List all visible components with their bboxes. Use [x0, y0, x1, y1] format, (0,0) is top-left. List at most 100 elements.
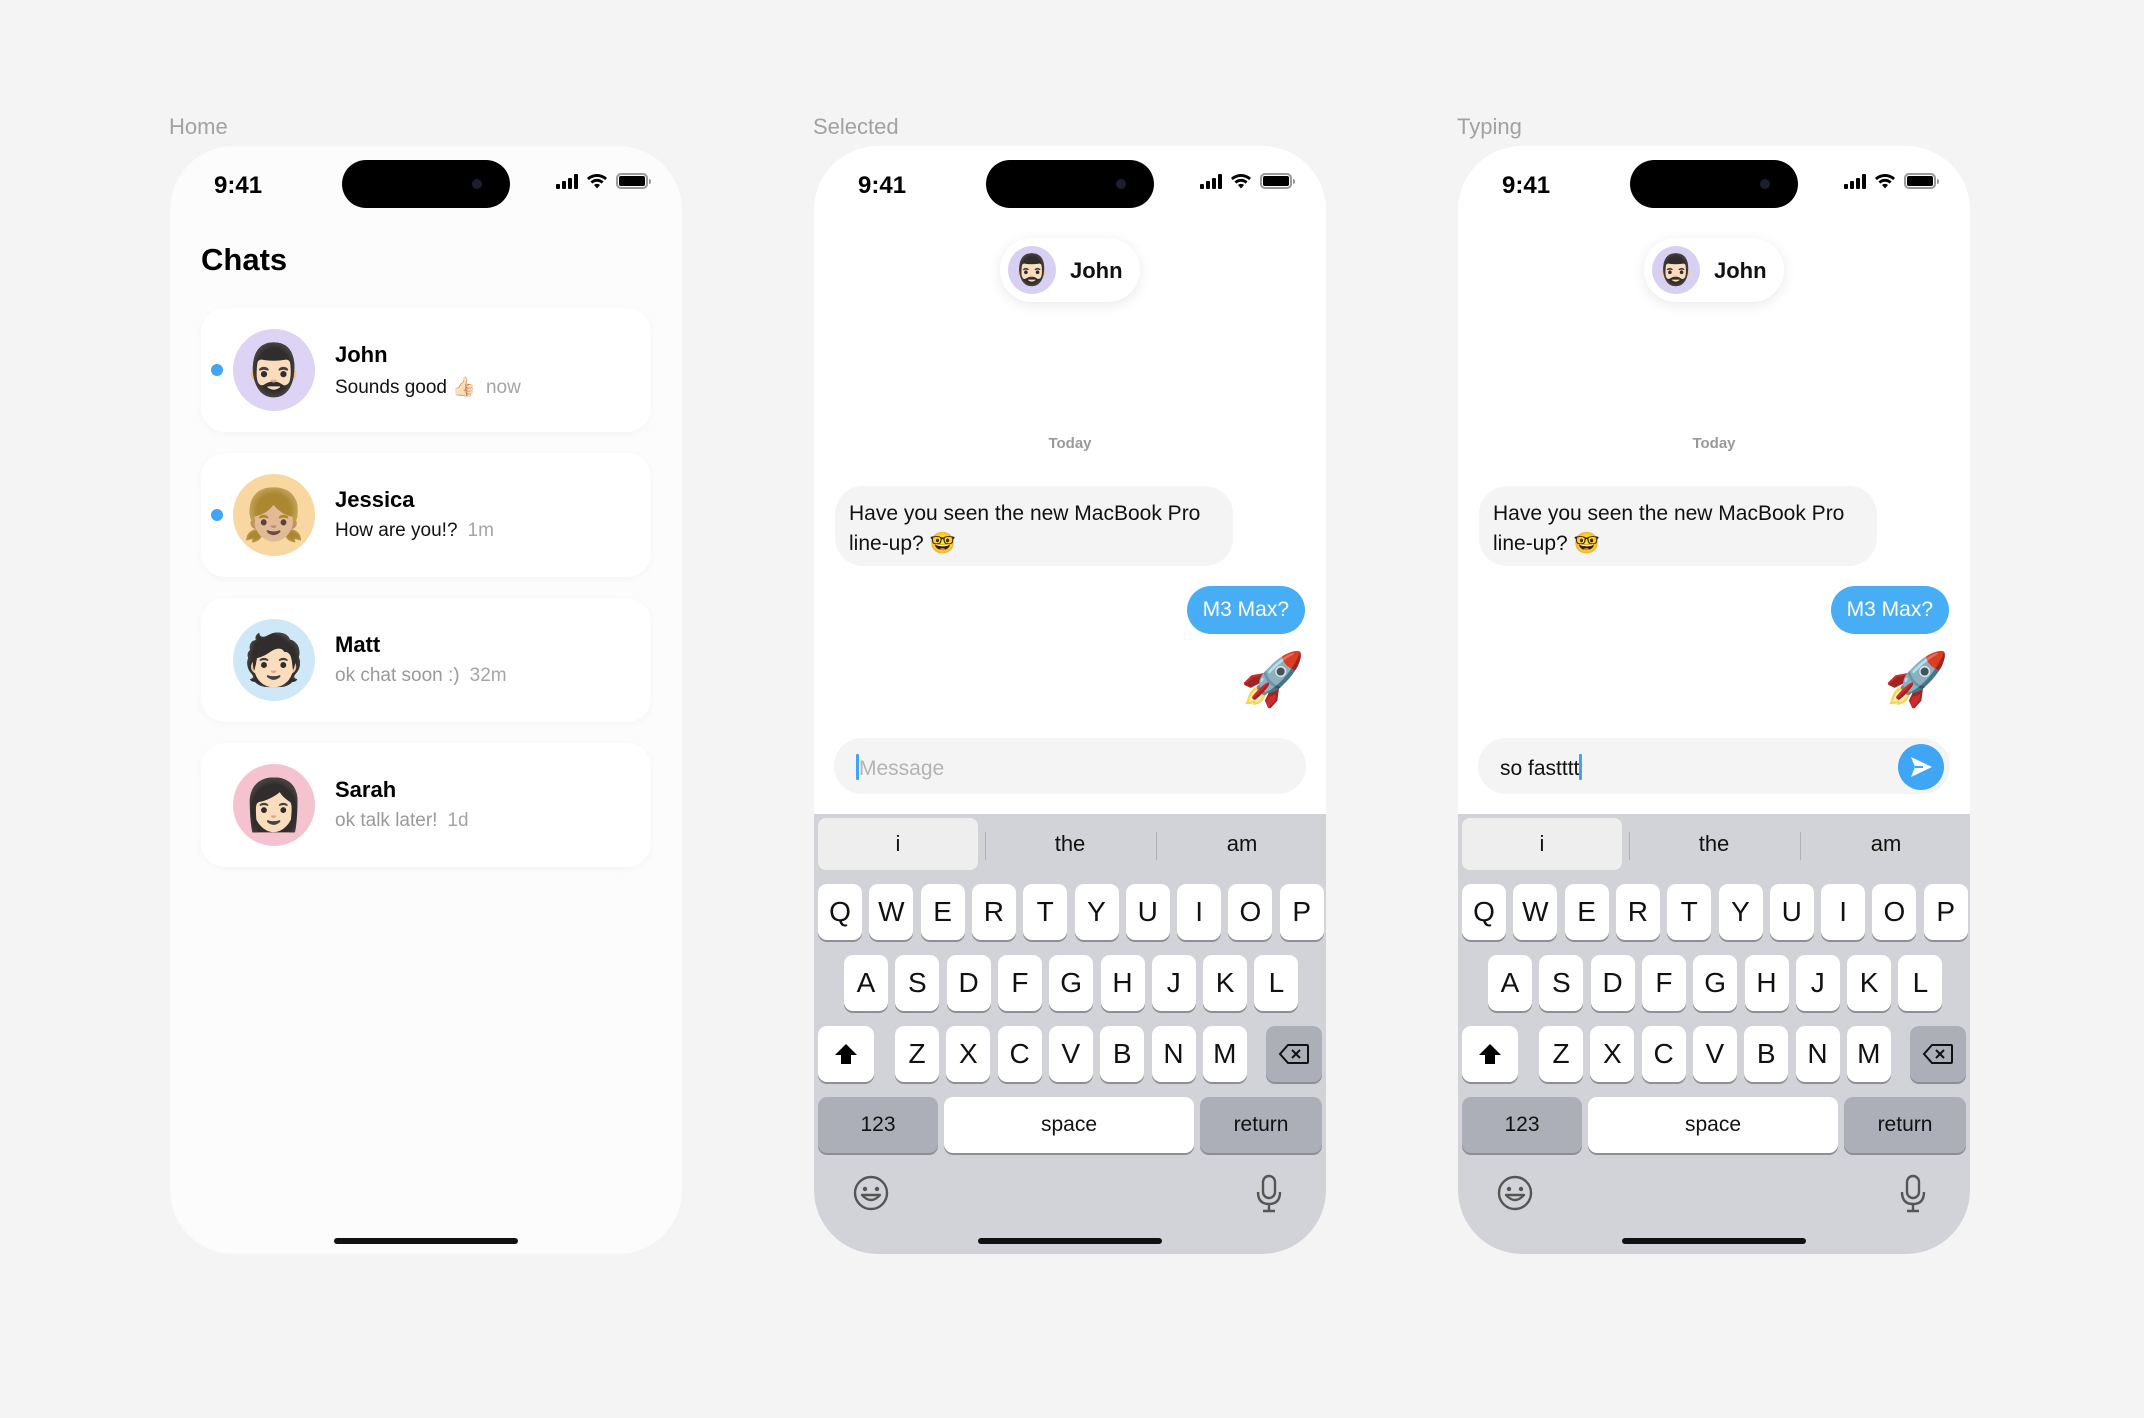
key-f[interactable]: F	[997, 955, 1042, 1011]
key-p[interactable]: P	[1279, 884, 1324, 940]
key-o[interactable]: O	[1228, 884, 1273, 940]
suggestion-the[interactable]: the	[1634, 818, 1794, 870]
key-h[interactable]: H	[1100, 955, 1145, 1011]
key-o[interactable]: O	[1872, 884, 1917, 940]
key-x[interactable]: X	[1590, 1026, 1635, 1082]
key-j[interactable]: J	[1795, 955, 1840, 1011]
key-t[interactable]: T	[1023, 884, 1068, 940]
key-s[interactable]: S	[895, 955, 940, 1011]
key-n[interactable]: N	[1795, 1026, 1840, 1082]
wifi-icon	[1231, 174, 1251, 189]
key-d[interactable]: D	[1590, 955, 1635, 1011]
key-x[interactable]: X	[946, 1026, 991, 1082]
key-d[interactable]: D	[946, 955, 991, 1011]
key-y[interactable]: Y	[1718, 884, 1763, 940]
home-indicator[interactable]	[978, 1238, 1162, 1244]
key-a[interactable]: A	[1488, 955, 1532, 1011]
send-button[interactable]	[1898, 744, 1944, 790]
key-q[interactable]: Q	[1462, 884, 1506, 940]
chat-item-jessica[interactable]: 👧🏼 Jessica How are you!? 1m	[201, 453, 651, 577]
chat-item-sarah[interactable]: 👩🏻 Sarah ok talk later! 1d	[201, 743, 651, 867]
suggestion-am[interactable]: am	[1806, 818, 1966, 870]
key-j[interactable]: J	[1151, 955, 1196, 1011]
suggestion-i[interactable]: i	[1462, 818, 1622, 870]
key-g[interactable]: G	[1693, 955, 1738, 1011]
key-e[interactable]: E	[920, 884, 965, 940]
status-time: 9:41	[858, 172, 907, 199]
key-b[interactable]: B	[1100, 1026, 1145, 1082]
incoming-message[interactable]: Have you seen the new MacBook Pro line-u…	[1479, 486, 1877, 566]
suggestion-i[interactable]: i	[818, 818, 978, 870]
key-q[interactable]: Q	[818, 884, 862, 940]
key-i[interactable]: I	[1177, 884, 1222, 940]
message-input[interactable]: so fastttt	[1478, 738, 1950, 794]
key-w[interactable]: W	[1513, 884, 1558, 940]
key-e[interactable]: E	[1564, 884, 1609, 940]
numbers-key[interactable]: 123	[1462, 1097, 1582, 1153]
emoji-icon[interactable]	[1496, 1174, 1534, 1217]
key-c[interactable]: C	[1641, 1026, 1686, 1082]
message-input[interactable]: Message	[834, 738, 1306, 794]
return-key[interactable]: return	[1844, 1097, 1966, 1153]
microphone-icon[interactable]	[1254, 1174, 1284, 1219]
key-s[interactable]: S	[1539, 955, 1584, 1011]
message-input-text[interactable]: Message	[856, 754, 944, 781]
emoji-icon[interactable]	[852, 1174, 890, 1217]
key-i[interactable]: I	[1821, 884, 1866, 940]
key-k[interactable]: K	[1203, 955, 1248, 1011]
suggestion-divider	[1629, 832, 1630, 860]
signal-icon	[1200, 173, 1222, 189]
key-u[interactable]: U	[1125, 884, 1170, 940]
key-t[interactable]: T	[1667, 884, 1712, 940]
key-c[interactable]: C	[997, 1026, 1042, 1082]
emoji-message[interactable]: 🚀	[1884, 654, 1949, 706]
key-v[interactable]: V	[1048, 1026, 1093, 1082]
message-input-text[interactable]: so fastttt	[1500, 754, 1583, 781]
suggestion-am[interactable]: am	[1162, 818, 1322, 870]
key-z[interactable]: Z	[895, 1026, 939, 1082]
key-m[interactable]: M	[1202, 1026, 1247, 1082]
key-k[interactable]: K	[1847, 955, 1892, 1011]
key-w[interactable]: W	[869, 884, 914, 940]
suggestion-divider	[1800, 832, 1801, 860]
shift-key[interactable]	[1462, 1026, 1518, 1082]
key-h[interactable]: H	[1744, 955, 1789, 1011]
chat-item-matt[interactable]: 🧑🏻 Matt ok chat soon :) 32m	[201, 598, 651, 722]
key-l[interactable]: L	[1254, 955, 1299, 1011]
key-a[interactable]: A	[844, 955, 888, 1011]
wifi-icon	[587, 174, 607, 189]
chat-item-john[interactable]: 🧔🏻‍♂️ John Sounds good 👍🏻 now	[201, 308, 651, 432]
key-z[interactable]: Z	[1539, 1026, 1583, 1082]
contact-header[interactable]: 🧔🏻‍♂️ John	[1000, 238, 1140, 302]
outgoing-message[interactable]: M3 Max?	[1186, 586, 1305, 634]
key-n[interactable]: N	[1151, 1026, 1196, 1082]
suggestion-the[interactable]: the	[990, 818, 1150, 870]
home-indicator[interactable]	[334, 1238, 518, 1244]
space-key[interactable]: space	[1588, 1097, 1838, 1153]
delete-key[interactable]	[1266, 1026, 1322, 1082]
space-key[interactable]: space	[944, 1097, 1194, 1153]
key-u[interactable]: U	[1769, 884, 1814, 940]
key-r[interactable]: R	[1615, 884, 1660, 940]
key-m[interactable]: M	[1846, 1026, 1891, 1082]
key-y[interactable]: Y	[1074, 884, 1119, 940]
status-icons	[556, 173, 651, 189]
key-b[interactable]: B	[1744, 1026, 1789, 1082]
key-l[interactable]: L	[1898, 955, 1943, 1011]
delete-key[interactable]	[1910, 1026, 1966, 1082]
key-p[interactable]: P	[1923, 884, 1968, 940]
home-indicator[interactable]	[1622, 1238, 1806, 1244]
key-g[interactable]: G	[1049, 955, 1094, 1011]
key-f[interactable]: F	[1641, 955, 1686, 1011]
emoji-message[interactable]: 🚀	[1240, 654, 1305, 706]
key-r[interactable]: R	[971, 884, 1016, 940]
shift-key[interactable]	[818, 1026, 874, 1082]
microphone-icon[interactable]	[1898, 1174, 1928, 1219]
key-v[interactable]: V	[1692, 1026, 1737, 1082]
incoming-message[interactable]: Have you seen the new MacBook Pro line-u…	[835, 486, 1233, 566]
return-key[interactable]: return	[1200, 1097, 1322, 1153]
contact-header[interactable]: 🧔🏻‍♂️ John	[1644, 238, 1784, 302]
chat-time: 1m	[467, 520, 494, 541]
outgoing-message[interactable]: M3 Max?	[1830, 586, 1949, 634]
numbers-key[interactable]: 123	[818, 1097, 938, 1153]
